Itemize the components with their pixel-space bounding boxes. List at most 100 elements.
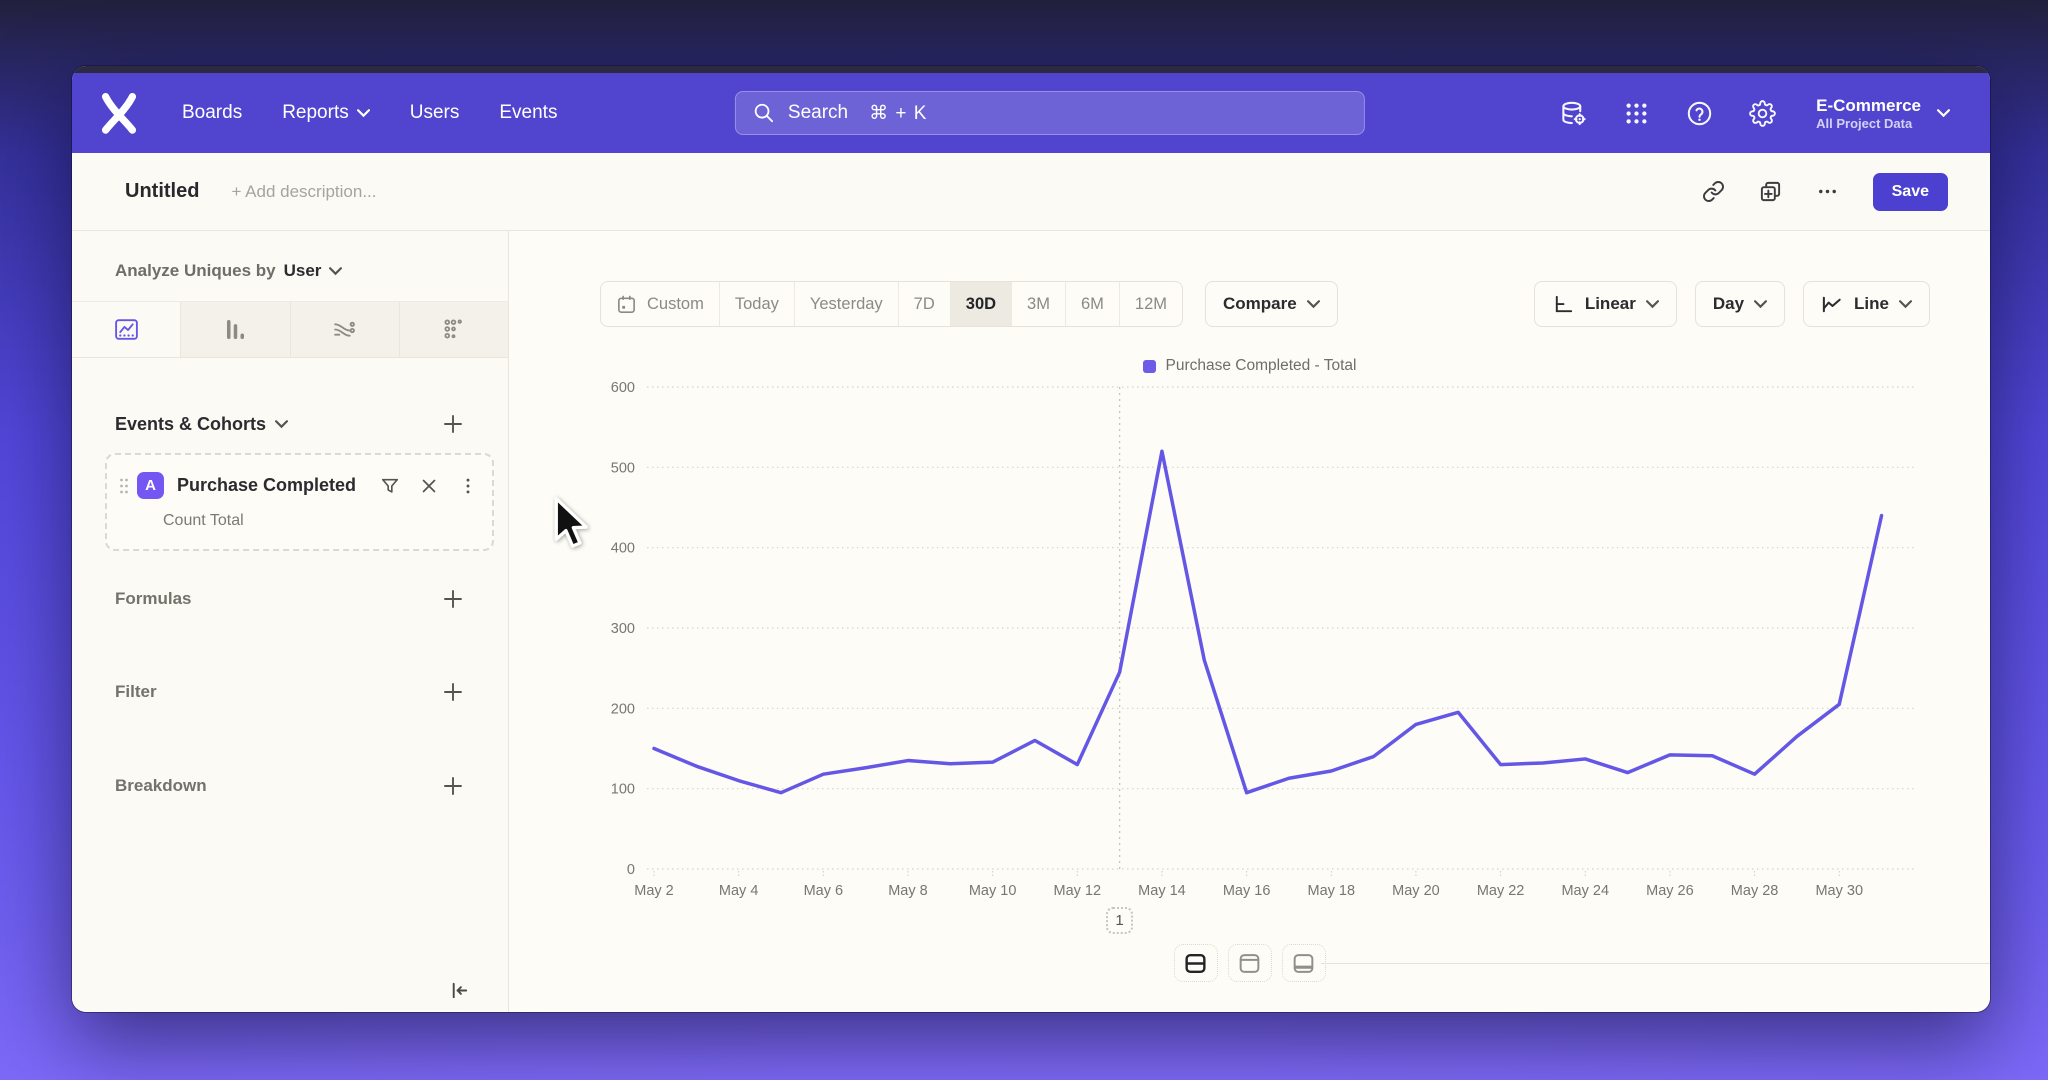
nav-item-label: Reports <box>282 102 349 124</box>
linear-scale-icon <box>1552 293 1575 316</box>
app-window: Boards Reports Users Events Search ⌘ + K <box>72 66 1990 1012</box>
svg-text:400: 400 <box>611 541 635 557</box>
nav-item-boards[interactable]: Boards <box>182 102 242 124</box>
add-filter-button[interactable] <box>442 681 464 703</box>
mixpanel-logo-icon[interactable] <box>100 93 138 133</box>
nav-item-users[interactable]: Users <box>410 102 460 124</box>
svg-text:May 6: May 6 <box>804 883 844 899</box>
range-3m[interactable]: 3M <box>1012 282 1066 326</box>
drag-handle-icon[interactable] <box>117 477 131 495</box>
help-icon[interactable] <box>1686 100 1713 127</box>
compare-label: Compare <box>1223 294 1297 314</box>
project-switcher[interactable]: E-Commerce All Project Data <box>1816 95 1950 131</box>
interval-label: Day <box>1713 294 1744 314</box>
content-area: Analyze Uniques by User <box>72 231 1990 1012</box>
window-top-edge <box>72 66 1990 73</box>
more-options-icon[interactable] <box>1816 180 1839 203</box>
add-description-field[interactable]: + Add description... <box>231 182 376 202</box>
query-builder-sidebar: Analyze Uniques by User <box>72 231 509 1012</box>
save-button[interactable]: Save <box>1873 173 1948 211</box>
line-type-icon <box>1821 293 1844 316</box>
nav-item-events[interactable]: Events <box>499 102 557 124</box>
range-label: 3M <box>1027 295 1050 314</box>
nav-items: Boards Reports Users Events <box>182 102 557 124</box>
data-management-icon[interactable] <box>1560 100 1587 127</box>
report-type-tabs <box>72 301 508 358</box>
event-count-type[interactable]: Count Total <box>163 512 478 530</box>
nav-item-reports[interactable]: Reports <box>282 102 370 124</box>
svg-text:600: 600 <box>611 380 635 396</box>
range-7d[interactable]: 7D <box>899 282 951 326</box>
range-12m[interactable]: 12M <box>1120 282 1182 326</box>
svg-text:May 28: May 28 <box>1731 883 1779 899</box>
range-custom[interactable]: Custom <box>601 282 720 326</box>
analyze-value-dropdown[interactable]: User <box>284 261 322 281</box>
nav-item-label: Events <box>499 102 557 124</box>
toolbar-actions: Save <box>1702 173 1948 211</box>
date-range-segmented-control: Custom Today Yesterday 7D 30D 3M 6M 12M <box>600 281 1183 327</box>
tab-bar-chart[interactable] <box>181 302 290 357</box>
scale-label: Linear <box>1585 294 1636 314</box>
range-30d[interactable]: 30D <box>951 282 1012 326</box>
copy-link-icon[interactable] <box>1702 180 1725 203</box>
filter-label: Filter <box>115 682 157 702</box>
layout-top-icon <box>1237 951 1262 976</box>
layout-bottom-button[interactable] <box>1282 944 1326 982</box>
chevron-down-icon <box>329 267 342 276</box>
layout-split-button[interactable] <box>1174 944 1218 982</box>
nav-item-label: Boards <box>182 102 242 124</box>
event-card[interactable]: A Purchase Completed Count Total <box>105 453 494 551</box>
report-title[interactable]: Untitled <box>125 180 199 203</box>
line-chart-icon <box>113 316 140 343</box>
tab-insights-line[interactable] <box>72 302 181 357</box>
svg-text:100: 100 <box>611 782 635 798</box>
chart-type-label: Line <box>1854 294 1889 314</box>
add-formula-button[interactable] <box>442 588 464 610</box>
svg-text:May 22: May 22 <box>1477 883 1525 899</box>
remove-event-icon[interactable] <box>419 476 439 496</box>
collapse-sidebar-icon[interactable] <box>447 979 470 1002</box>
svg-text:May 26: May 26 <box>1646 883 1694 899</box>
chevron-down-icon <box>1754 300 1767 309</box>
chart-type-dropdown[interactable]: Line <box>1803 281 1930 327</box>
range-6m[interactable]: 6M <box>1066 282 1120 326</box>
search-input[interactable]: Search ⌘ + K <box>735 91 1365 135</box>
interval-dropdown[interactable]: Day <box>1695 281 1785 327</box>
line-chart[interactable]: 0100200300400500600May 2May 4May 6May 8M… <box>509 373 1919 903</box>
settings-gear-icon[interactable] <box>1749 100 1776 127</box>
filter-funnel-icon[interactable] <box>380 476 400 496</box>
legend-swatch <box>1143 360 1156 373</box>
event-more-icon[interactable] <box>458 476 478 496</box>
report-toolbar: Untitled + Add description... Save <box>72 153 1990 231</box>
filter-section: Filter <box>115 681 464 703</box>
add-event-button[interactable] <box>442 413 464 435</box>
svg-text:0: 0 <box>627 862 635 878</box>
compare-dropdown[interactable]: Compare <box>1205 281 1338 327</box>
tab-flow-sankey[interactable] <box>291 302 400 357</box>
svg-text:May 12: May 12 <box>1054 883 1102 899</box>
breakdown-section: Breakdown <box>115 775 464 797</box>
event-name[interactable]: Purchase Completed <box>177 475 356 496</box>
range-today[interactable]: Today <box>720 282 795 326</box>
layout-top-button[interactable] <box>1228 944 1272 982</box>
view-options: Linear Day Line <box>1534 281 1930 327</box>
range-label: 6M <box>1081 295 1104 314</box>
events-cohorts-label[interactable]: Events & Cohorts <box>115 414 266 435</box>
range-label: 30D <box>966 295 996 314</box>
desktop: { "nav": { "items": [ { "label": "Boards… <box>0 0 2048 1080</box>
apps-grid-icon[interactable] <box>1623 100 1650 127</box>
tab-retention-grid[interactable] <box>400 302 508 357</box>
chevron-down-icon <box>275 420 288 429</box>
duplicate-icon[interactable] <box>1759 180 1782 203</box>
range-yesterday[interactable]: Yesterday <box>795 282 899 326</box>
scale-dropdown[interactable]: Linear <box>1534 281 1677 327</box>
svg-text:May 14: May 14 <box>1138 883 1186 899</box>
project-subtitle: All Project Data <box>1816 116 1921 131</box>
formulas-section: Formulas <box>115 588 464 610</box>
svg-text:May 18: May 18 <box>1307 883 1355 899</box>
add-breakdown-button[interactable] <box>442 775 464 797</box>
range-label: Custom <box>647 295 704 314</box>
annotation-marker[interactable]: 1 <box>1106 907 1133 934</box>
analyze-uniques-control: Analyze Uniques by User <box>115 261 342 281</box>
svg-text:May 2: May 2 <box>634 883 674 899</box>
